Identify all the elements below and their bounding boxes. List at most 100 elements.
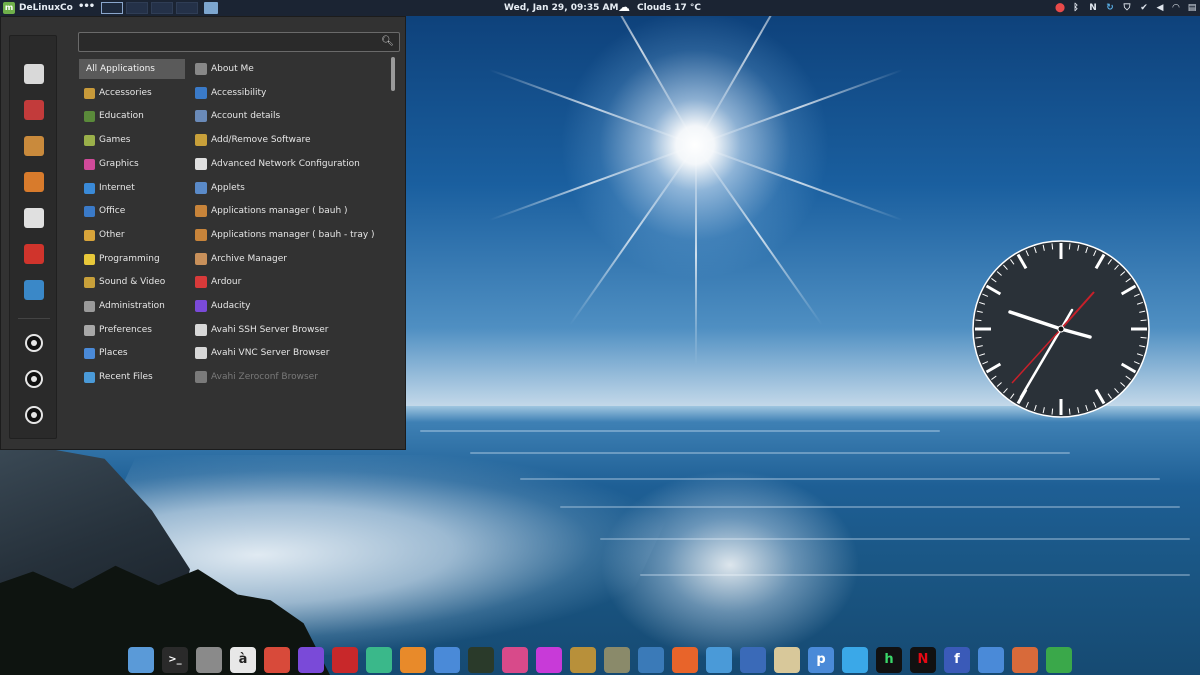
category-label: Administration — [99, 301, 165, 311]
category-programming[interactable]: Programming — [79, 249, 185, 269]
wifi-icon[interactable]: ◠ — [1170, 2, 1182, 14]
workspace-switcher-icon[interactable]: ••• — [78, 1, 95, 12]
category-preferences[interactable]: Preferences — [79, 320, 185, 340]
camera-icon[interactable] — [468, 647, 494, 673]
shotwell-icon[interactable] — [502, 647, 528, 673]
places-icon — [84, 348, 95, 360]
workspace-4[interactable] — [176, 2, 198, 14]
fav-vivaldi-icon[interactable] — [24, 100, 44, 120]
firefox-icon[interactable] — [672, 647, 698, 673]
netflix-icon[interactable]: N — [910, 647, 936, 673]
terminal-icon[interactable]: >_ — [162, 647, 188, 673]
document-viewer-icon[interactable] — [264, 647, 290, 673]
category-graphics[interactable]: Graphics — [79, 154, 185, 174]
app-item[interactable]: Avahi SSH Server Browser — [193, 319, 389, 341]
blender-icon[interactable] — [400, 647, 426, 673]
category-administration[interactable]: Administration — [79, 296, 185, 316]
sync-icon[interactable]: ↻ — [1104, 2, 1116, 14]
volume-icon[interactable]: ◀ — [1154, 2, 1166, 14]
category-internet[interactable]: Internet — [79, 178, 185, 198]
fav-tasks-icon[interactable] — [24, 208, 44, 228]
category-label: Graphics — [99, 158, 139, 169]
window-list-icon[interactable] — [204, 2, 218, 14]
category-other[interactable]: Other — [79, 225, 185, 245]
search-input[interactable] — [79, 36, 375, 55]
category-all-applications[interactable]: All Applications — [79, 59, 185, 79]
category-places[interactable]: Places — [79, 343, 185, 363]
bluetooth-icon[interactable]: ᛒ — [1070, 2, 1082, 14]
calc-icon[interactable] — [1046, 647, 1072, 673]
app-label: Applications manager ( bauh - tray ) — [211, 229, 375, 240]
logout-icon[interactable] — [25, 370, 43, 388]
app-item[interactable]: Audacity — [193, 295, 389, 317]
workspace-1[interactable] — [101, 2, 123, 14]
app-list-scrollbar[interactable] — [391, 57, 395, 91]
location-icon[interactable]: ⬤ — [1054, 2, 1066, 14]
writer-icon[interactable] — [978, 647, 1004, 673]
fav-cube-e-icon[interactable] — [24, 280, 44, 300]
workspace-3[interactable] — [151, 2, 173, 14]
twitter-icon[interactable] — [842, 647, 868, 673]
color-wheel-icon[interactable] — [536, 647, 562, 673]
impress-icon[interactable] — [1012, 647, 1038, 673]
panel-clock[interactable]: Wed, Jan 29, 09:35 AM — [504, 3, 618, 13]
lock-screen-icon[interactable] — [25, 334, 43, 352]
globe-icon[interactable] — [638, 647, 664, 673]
app-item[interactable]: Applications manager ( bauh - tray ) — [193, 224, 389, 246]
app-item[interactable]: Avahi Zeroconf Browser — [193, 366, 389, 388]
app-item[interactable]: Applications manager ( bauh ) — [193, 200, 389, 222]
thunderbird-icon[interactable] — [740, 647, 766, 673]
fav-box-eye-icon[interactable] — [24, 172, 44, 192]
facebook-icon[interactable]: f — [944, 647, 970, 673]
category-label: Sound & Video — [99, 277, 166, 288]
transfer-icon[interactable] — [434, 647, 460, 673]
pidgin-icon[interactable]: p — [808, 647, 834, 673]
app-item[interactable]: About Me — [193, 58, 389, 80]
h-icon[interactable]: h — [876, 647, 902, 673]
category-office[interactable]: Office — [79, 201, 185, 221]
app-item[interactable]: Archive Manager — [193, 248, 389, 270]
files-icon[interactable] — [128, 647, 154, 673]
category-sound-video[interactable]: Sound & Video — [79, 272, 185, 292]
gimp-icon[interactable] — [570, 647, 596, 673]
chromium-icon[interactable] — [706, 647, 732, 673]
app-item[interactable]: Ardour — [193, 271, 389, 293]
calculator-icon[interactable] — [196, 647, 222, 673]
category-label: Other — [99, 229, 125, 240]
weather-cloud-sun-icon[interactable]: ☁ — [618, 1, 630, 14]
weather-label[interactable]: Clouds 17 °C — [637, 3, 701, 13]
menu-logo-icon[interactable]: m — [3, 2, 15, 14]
menu-search-box[interactable]: 🔍︎ — [78, 32, 400, 55]
archive-icon — [195, 252, 207, 265]
fav-search-tool-icon[interactable] — [24, 64, 44, 84]
app-item[interactable]: Accessibility — [193, 82, 389, 104]
shutdown-icon[interactable] — [25, 406, 43, 424]
category-recent-files[interactable]: Recent Files — [79, 367, 185, 387]
fav-package-icon[interactable] — [24, 136, 44, 156]
category-accessories[interactable]: Accessories — [79, 83, 185, 103]
app-item[interactable]: Add/Remove Software — [193, 129, 389, 151]
shield-icon[interactable]: ⛉ — [1121, 2, 1133, 14]
category-games[interactable]: Games — [79, 130, 185, 150]
category-education[interactable]: Education — [79, 106, 185, 126]
home-icon[interactable] — [366, 647, 392, 673]
inkscape-icon[interactable] — [604, 647, 630, 673]
n-icon[interactable]: N — [1087, 2, 1099, 14]
app-item[interactable]: Account details — [193, 105, 389, 127]
app-item[interactable]: Avahi VNC Server Browser — [193, 342, 389, 364]
notes-icon[interactable]: ▤ — [1186, 2, 1198, 14]
fav-font-editor-icon[interactable] — [24, 244, 44, 264]
minute-tick — [1051, 408, 1054, 415]
menu-button-label[interactable]: DeLinuxCo — [19, 3, 73, 13]
audio-icon[interactable] — [298, 647, 324, 673]
minute-tick — [1140, 336, 1147, 339]
bauh-icon — [195, 205, 207, 218]
ardour-dock-icon[interactable] — [332, 647, 358, 673]
app-item[interactable]: Advanced Network Configuration — [193, 153, 389, 175]
workspace-2[interactable] — [126, 2, 148, 14]
app-item[interactable]: Applets — [193, 177, 389, 199]
check-shield-icon[interactable]: ✔ — [1138, 2, 1150, 14]
character-map-icon[interactable]: à — [230, 647, 256, 673]
mail-icon[interactable] — [774, 647, 800, 673]
app-label: Avahi VNC Server Browser — [211, 348, 330, 359]
